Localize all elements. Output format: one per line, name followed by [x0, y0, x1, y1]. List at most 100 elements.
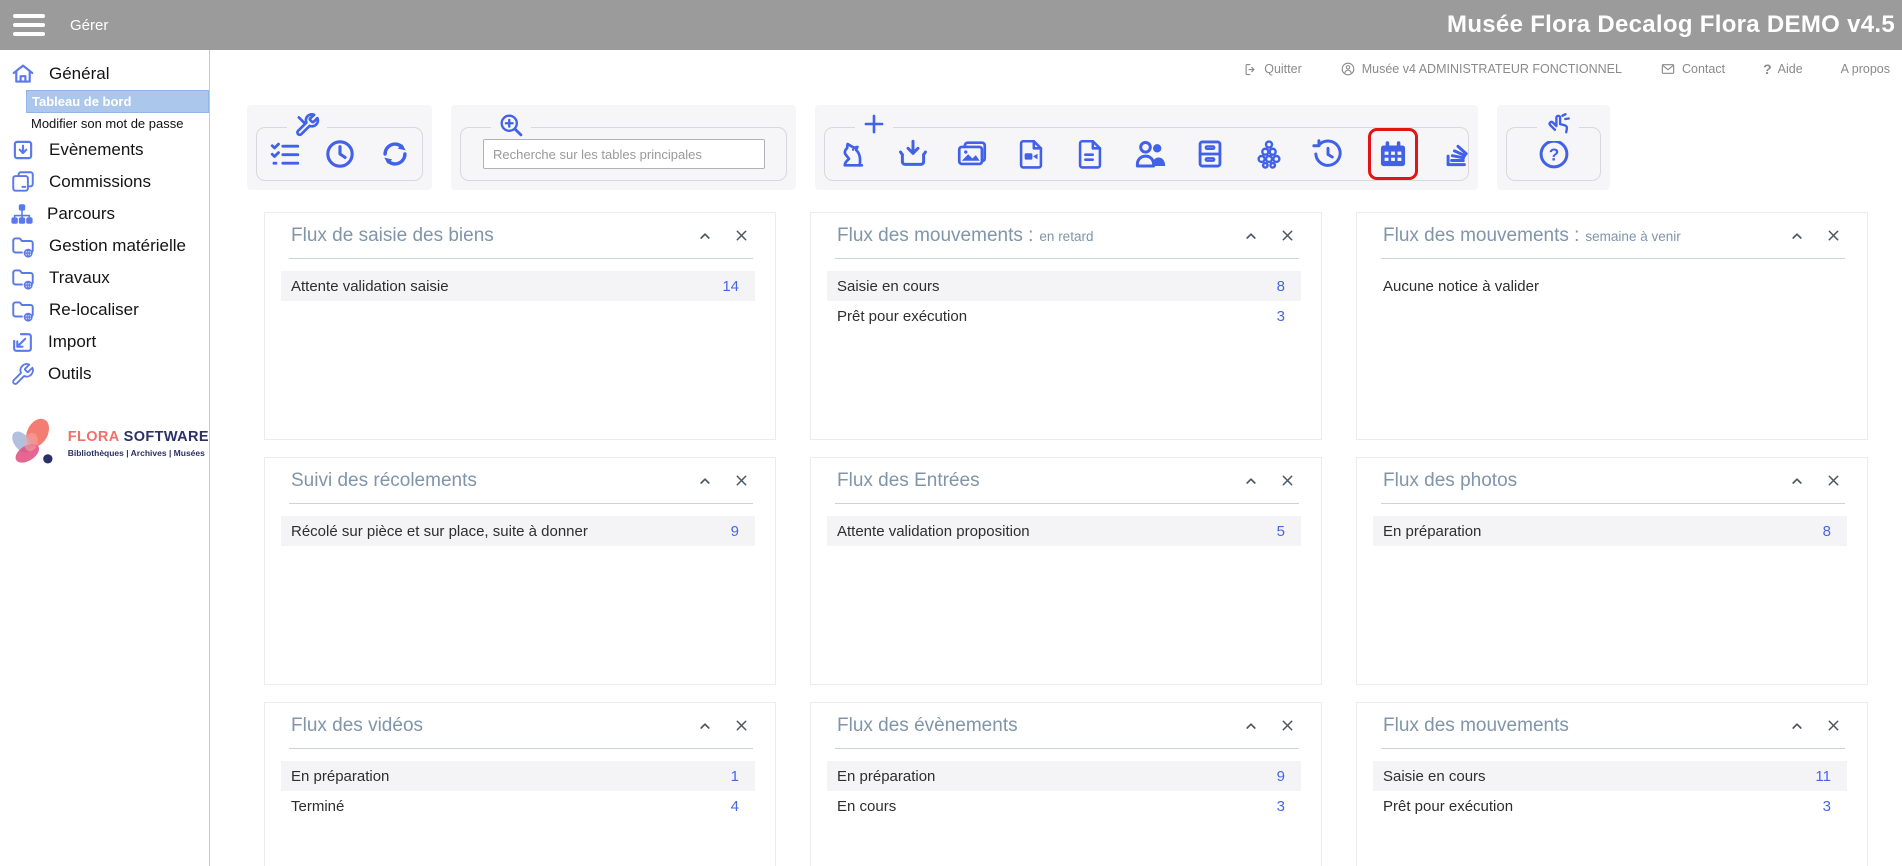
- row-count: 8: [1823, 523, 1831, 540]
- toolbar-group-tasks: [247, 105, 432, 190]
- toolbar: ?: [247, 105, 1902, 190]
- close-icon[interactable]: [1826, 473, 1841, 488]
- sidebar-item-commissions[interactable]: Commissions: [0, 166, 209, 198]
- dashboard-card: Suivi des récolements Récolé sur pièce e…: [264, 457, 776, 685]
- contact-button[interactable]: Contact: [1660, 61, 1725, 77]
- plus-icon: [855, 111, 893, 137]
- row-count: 3: [1277, 798, 1285, 815]
- folder-globe-icon: [10, 297, 36, 323]
- a-propos-button[interactable]: A propos: [1841, 62, 1890, 76]
- close-icon[interactable]: [1280, 718, 1295, 733]
- close-icon[interactable]: [734, 473, 749, 488]
- document-icon[interactable]: [1073, 137, 1107, 171]
- collapse-icon[interactable]: [1789, 228, 1805, 244]
- images-icon[interactable]: [955, 137, 989, 171]
- card-row[interactable]: Attente validation proposition 5: [827, 516, 1301, 546]
- help-icon[interactable]: ?: [1536, 136, 1572, 172]
- toolbar-group-create: [815, 105, 1478, 190]
- row-count: 11: [1815, 768, 1831, 785]
- card-row[interactable]: En préparation 8: [1373, 516, 1847, 546]
- card-title: Flux des mouvements :semaine à venir: [1381, 225, 1681, 247]
- card-row[interactable]: Saisie en cours 11: [1373, 761, 1847, 791]
- sidebar-item-tableau-de-bord[interactable]: Tableau de bord: [26, 90, 209, 113]
- sidebar-item-modifier-mot-de-passe[interactable]: Modifier son mot de passe: [26, 113, 209, 134]
- dashboard-grid: Flux de saisie des biens Attente validat…: [264, 212, 1902, 866]
- flora-petals-icon: [4, 412, 64, 474]
- folder-globe-icon: [10, 265, 36, 291]
- row-count: 5: [1277, 523, 1285, 540]
- cabinet-icon[interactable]: [1193, 137, 1227, 171]
- collapse-icon[interactable]: [1243, 718, 1259, 734]
- close-icon[interactable]: [1826, 228, 1841, 243]
- clock-icon[interactable]: [323, 137, 357, 171]
- card-row[interactable]: Terminé 4: [281, 791, 755, 821]
- row-count: 14: [722, 278, 739, 295]
- import-tray-icon[interactable]: [896, 137, 930, 171]
- dashboard-card: Flux des vidéos En préparation 1 Terminé…: [264, 702, 776, 866]
- userbar: Quitter Musée v4 ADMINISTRATEUR FONCTION…: [210, 50, 1902, 88]
- sidebar-item-relocaliser[interactable]: Re-localiser: [0, 294, 209, 326]
- sidebar-item-import[interactable]: Import: [0, 326, 209, 358]
- row-count: 4: [731, 798, 739, 815]
- envelope-icon: [1660, 61, 1676, 77]
- flora-software-logo: FLORASOFTWARE Bibliothèques | Archives |…: [4, 412, 209, 474]
- close-icon[interactable]: [1826, 718, 1841, 733]
- cluster-icon[interactable]: [1252, 137, 1286, 171]
- collapse-icon[interactable]: [1243, 228, 1259, 244]
- sidebar-item-outils[interactable]: Outils: [0, 358, 209, 390]
- collapse-icon[interactable]: [697, 718, 713, 734]
- card-row[interactable]: Récolé sur pièce et sur place, suite à d…: [281, 516, 755, 546]
- close-icon[interactable]: [734, 228, 749, 243]
- card-row[interactable]: Saisie en cours 8: [827, 271, 1301, 301]
- video-file-icon[interactable]: [1014, 137, 1048, 171]
- search-input[interactable]: [483, 139, 765, 169]
- events-box-icon: [10, 137, 36, 163]
- card-row[interactable]: Aucune notice à valider: [1373, 271, 1847, 301]
- row-count: 9: [731, 523, 739, 540]
- knight-piece-icon[interactable]: [837, 137, 871, 171]
- collapse-icon[interactable]: [697, 228, 713, 244]
- hamburger-menu-icon[interactable]: [13, 9, 45, 41]
- toolbar-group-search: [451, 105, 796, 190]
- close-icon[interactable]: [1280, 228, 1295, 243]
- close-icon[interactable]: [1280, 473, 1295, 488]
- card-row[interactable]: Prêt pour exécution 3: [827, 301, 1301, 331]
- dashboard-card: Flux de saisie des biens Attente validat…: [264, 212, 776, 440]
- card-row[interactable]: Prêt pour exécution 3: [1373, 791, 1847, 821]
- sidebar-item-gestion-materielle[interactable]: Gestion matérielle: [0, 230, 209, 262]
- menu-label[interactable]: Gérer: [70, 17, 108, 34]
- sidebar-item-general[interactable]: Général: [0, 58, 209, 90]
- stack-icon[interactable]: [1441, 137, 1475, 171]
- history-icon[interactable]: [1311, 137, 1345, 171]
- sidebar-item-travaux[interactable]: Travaux: [0, 262, 209, 294]
- card-title: Flux de saisie des biens: [289, 225, 494, 247]
- card-title: Flux des photos: [1381, 470, 1517, 492]
- collapse-icon[interactable]: [1243, 473, 1259, 489]
- people-icon[interactable]: [1132, 136, 1168, 172]
- topbar: Gérer Musée Flora Decalog Flora DEMO v4.…: [0, 0, 1902, 50]
- sidebar-item-evenements[interactable]: Evènements: [0, 134, 209, 166]
- collapse-icon[interactable]: [697, 473, 713, 489]
- row-count: 1: [731, 768, 739, 785]
- collapse-icon[interactable]: [1789, 473, 1805, 489]
- aide-button[interactable]: ? Aide: [1763, 61, 1803, 77]
- calendar-icon[interactable]: [1376, 137, 1410, 171]
- current-user[interactable]: Musée v4 ADMINISTRATEUR FONCTIONNEL: [1340, 61, 1622, 77]
- dashboard-card: Flux des Entrées Attente validation prop…: [810, 457, 1322, 685]
- sidebar-item-parcours[interactable]: Parcours: [0, 198, 209, 230]
- sidebar: Général Tableau de bord Modifier son mot…: [0, 50, 210, 866]
- card-row[interactable]: En préparation 1: [281, 761, 755, 791]
- collapse-icon[interactable]: [1789, 718, 1805, 734]
- close-icon[interactable]: [734, 718, 749, 733]
- quitter-button[interactable]: Quitter: [1243, 62, 1302, 77]
- card-row[interactable]: En préparation 9: [827, 761, 1301, 791]
- row-count: 8: [1277, 278, 1285, 295]
- zoom-plus-icon: [491, 111, 531, 139]
- card-row[interactable]: Attente validation saisie 14: [281, 271, 755, 301]
- wrench-icon: [10, 362, 35, 387]
- card-subtitle: en retard: [1039, 229, 1093, 244]
- card-row[interactable]: En cours 3: [827, 791, 1301, 821]
- dashboard-card: Flux des mouvements :en retard Saisie en…: [810, 212, 1322, 440]
- refresh-icon[interactable]: [378, 137, 412, 171]
- checklist-icon[interactable]: [268, 137, 302, 171]
